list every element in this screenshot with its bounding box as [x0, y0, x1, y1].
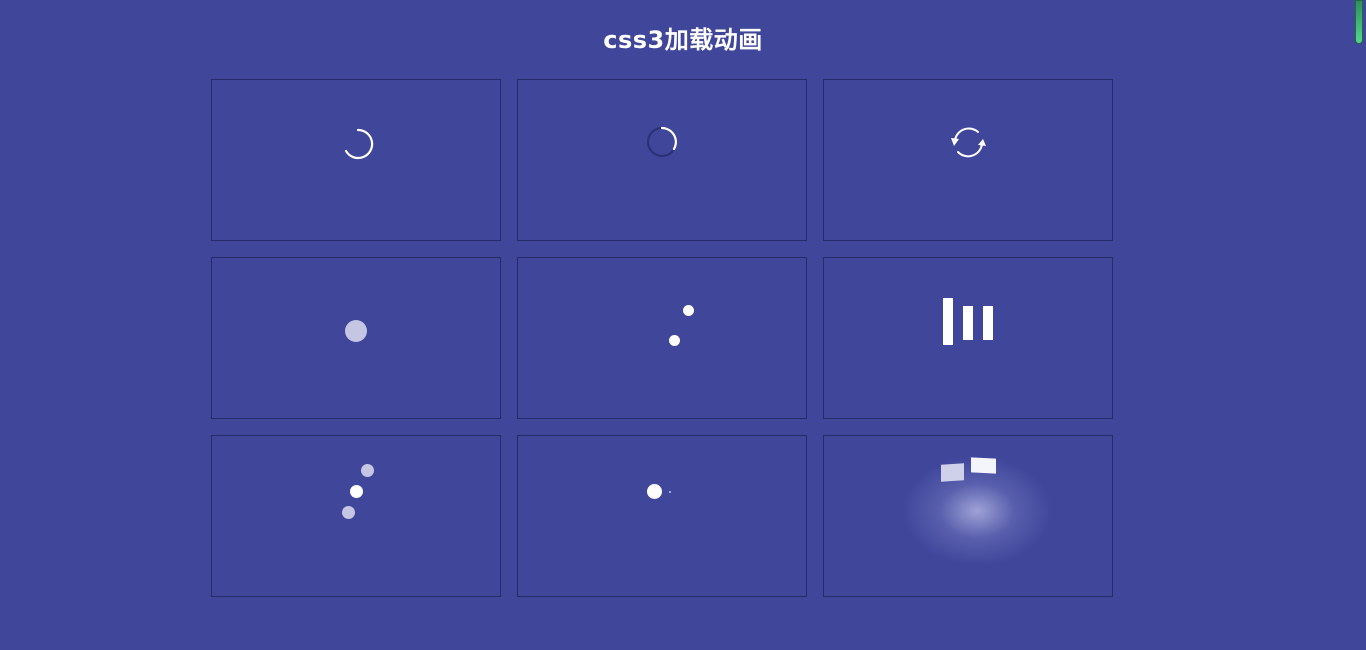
loader-cell-9 — [823, 435, 1113, 597]
pulse-dot-icon — [345, 320, 367, 342]
page-title: css3加载动画 — [603, 26, 763, 54]
loader-cell-7 — [211, 435, 501, 597]
loader-cell-3 — [823, 79, 1113, 241]
bouncing-dot — [361, 464, 374, 477]
loader-cell-8 — [517, 435, 807, 597]
orbit-dot — [683, 305, 694, 316]
loader-cell-2 — [517, 79, 807, 241]
bouncing-dot — [342, 506, 355, 519]
orbit-dots-icon — [518, 258, 806, 418]
loader-cell-1 — [211, 79, 501, 241]
bouncing-dots-icon — [212, 436, 500, 596]
equalizer-bar — [943, 298, 953, 345]
comet-dot-icon — [518, 436, 806, 596]
bouncing-dot — [350, 485, 363, 498]
refresh-arrows-icon — [824, 80, 1112, 240]
ring-spinner-icon — [212, 80, 500, 240]
orbit-dot — [669, 335, 680, 346]
loader-grid — [211, 79, 1113, 597]
loader-cell-5 — [517, 257, 807, 419]
flipping-card — [941, 463, 964, 482]
comet-head — [647, 484, 662, 499]
loader-cell-4 — [211, 257, 501, 419]
flipping-cards-icon — [824, 436, 1112, 596]
comet-tail — [669, 491, 671, 493]
loader-cell-6 — [823, 257, 1113, 419]
equalizer-bar — [963, 306, 973, 340]
scrollbar-thumb[interactable] — [1355, 0, 1363, 44]
equalizer-bars-icon — [824, 258, 1112, 418]
faded-ring-spinner-icon — [518, 80, 806, 240]
equalizer-bar — [983, 306, 993, 340]
flipping-card — [971, 457, 996, 474]
